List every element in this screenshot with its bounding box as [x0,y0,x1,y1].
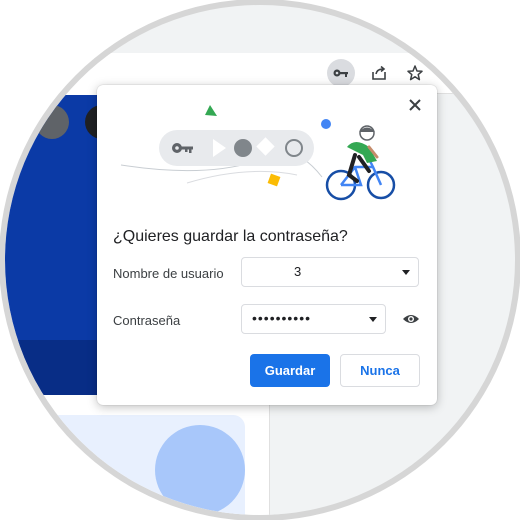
username-select[interactable]: 3 [241,257,419,287]
never-button[interactable]: Nunca [340,354,420,387]
password-value: •••••••••• [252,310,312,326]
share-button[interactable] [365,59,393,87]
dialog-title: ¿Quieres guardar la contraseña? [113,228,348,245]
page-card-graphic [155,425,245,515]
zoom-circle: ¿Quieres guardar la contraseña? Nombre d… [5,5,515,515]
chevron-down-icon [369,317,377,322]
bookmark-button[interactable] [401,59,429,87]
screenshot-stage: ¿Quieres guardar la contraseña? Nombre d… [0,0,520,520]
password-select[interactable]: •••••••••• [241,304,386,334]
chevron-down-icon [402,270,410,275]
password-key-button[interactable] [327,59,355,87]
save-button[interactable]: Guardar [250,354,330,387]
cyclist-icon [325,125,396,201]
page-avatar-1 [35,105,69,139]
save-password-illustration [120,105,396,201]
username-label: Nombre de usuario [113,266,224,281]
show-password-button[interactable] [400,310,422,328]
save-password-dialog: ¿Quieres guardar la contraseña? Nombre d… [97,85,437,405]
eye-icon [403,315,419,323]
share-icon [372,65,386,80]
password-label: Contraseña [113,313,181,328]
star-icon [407,65,423,81]
username-value: 3 [294,264,302,279]
key-icon [333,69,348,77]
